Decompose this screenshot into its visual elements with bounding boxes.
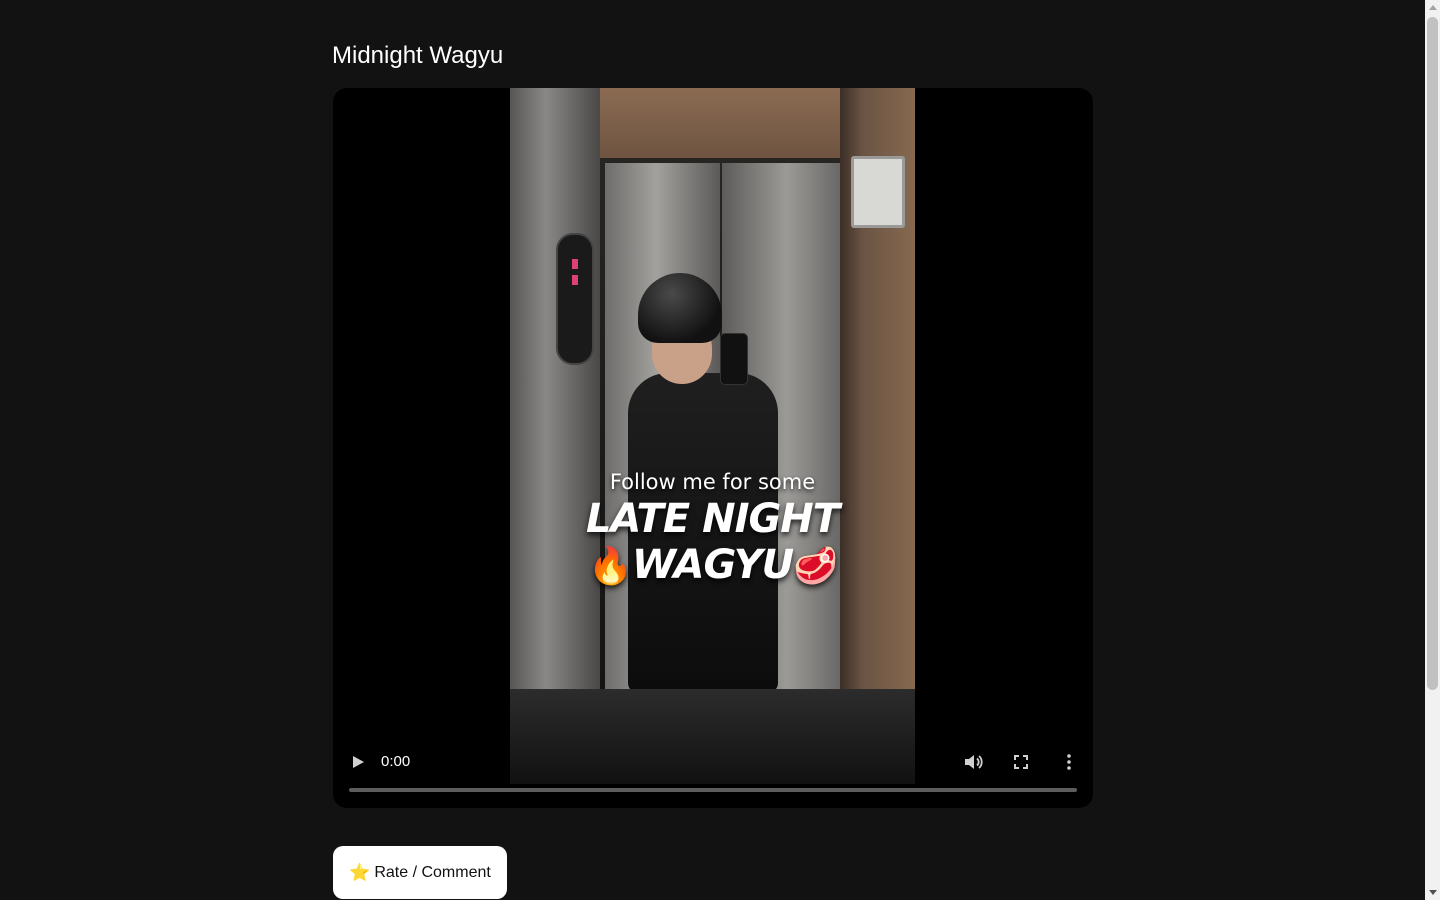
- helmet: [638, 273, 722, 343]
- page: Midnight Wagyu Follow me for some LATE N…: [0, 0, 1425, 900]
- progress-bar[interactable]: [349, 788, 1077, 792]
- rate-comment-button[interactable]: ⭐ Rate / Comment: [333, 846, 507, 899]
- phone: [720, 333, 748, 385]
- fullscreen-icon[interactable]: [1009, 750, 1033, 774]
- volume-icon[interactable]: [961, 750, 985, 774]
- elevator-wall-left: [510, 88, 600, 784]
- play-icon[interactable]: [347, 751, 369, 773]
- current-time: 0:00: [381, 753, 411, 770]
- steak-emoji: 🥩: [793, 546, 838, 587]
- scrollbar-thumb[interactable]: [1427, 17, 1438, 690]
- scroll-down-arrow-icon[interactable]: [1429, 890, 1437, 895]
- star-icon: ⭐: [349, 862, 371, 883]
- video-frame[interactable]: Follow me for some LATE NIGHT 🔥WAGYU🥩: [510, 88, 915, 784]
- caption-line-3-text: WAGYU: [631, 542, 794, 588]
- rate-comment-label: Rate / Comment: [374, 863, 491, 881]
- floor-indicator-light: [572, 259, 578, 269]
- elevator-button-panel: [556, 233, 594, 365]
- video-caption-overlay: Follow me for some LATE NIGHT 🔥WAGYU🥩: [510, 468, 915, 590]
- fire-emoji: 🔥: [588, 546, 633, 587]
- elevator-notice-sign: [851, 156, 905, 228]
- page-title: Midnight Wagyu: [332, 42, 504, 69]
- video-player[interactable]: Follow me for some LATE NIGHT 🔥WAGYU🥩 0:…: [333, 88, 1093, 808]
- video-controls: 0:00: [333, 738, 1093, 808]
- caption-line-1: Follow me for some: [609, 470, 816, 494]
- direction-arrow-light: [572, 275, 578, 285]
- caption-line-2: LATE NIGHT: [585, 496, 840, 542]
- vertical-scrollbar[interactable]: [1425, 0, 1440, 900]
- more-options-icon[interactable]: [1057, 750, 1081, 774]
- caption-line-3: 🔥WAGYU🥩: [510, 542, 915, 590]
- scroll-up-arrow-icon[interactable]: [1429, 5, 1437, 10]
- elevator-wood-panel: [590, 88, 840, 158]
